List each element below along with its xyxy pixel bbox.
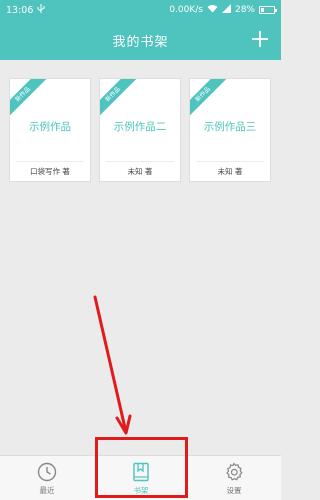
annotation-arrow bbox=[93, 295, 132, 435]
annotation-highlight-box bbox=[95, 437, 188, 498]
